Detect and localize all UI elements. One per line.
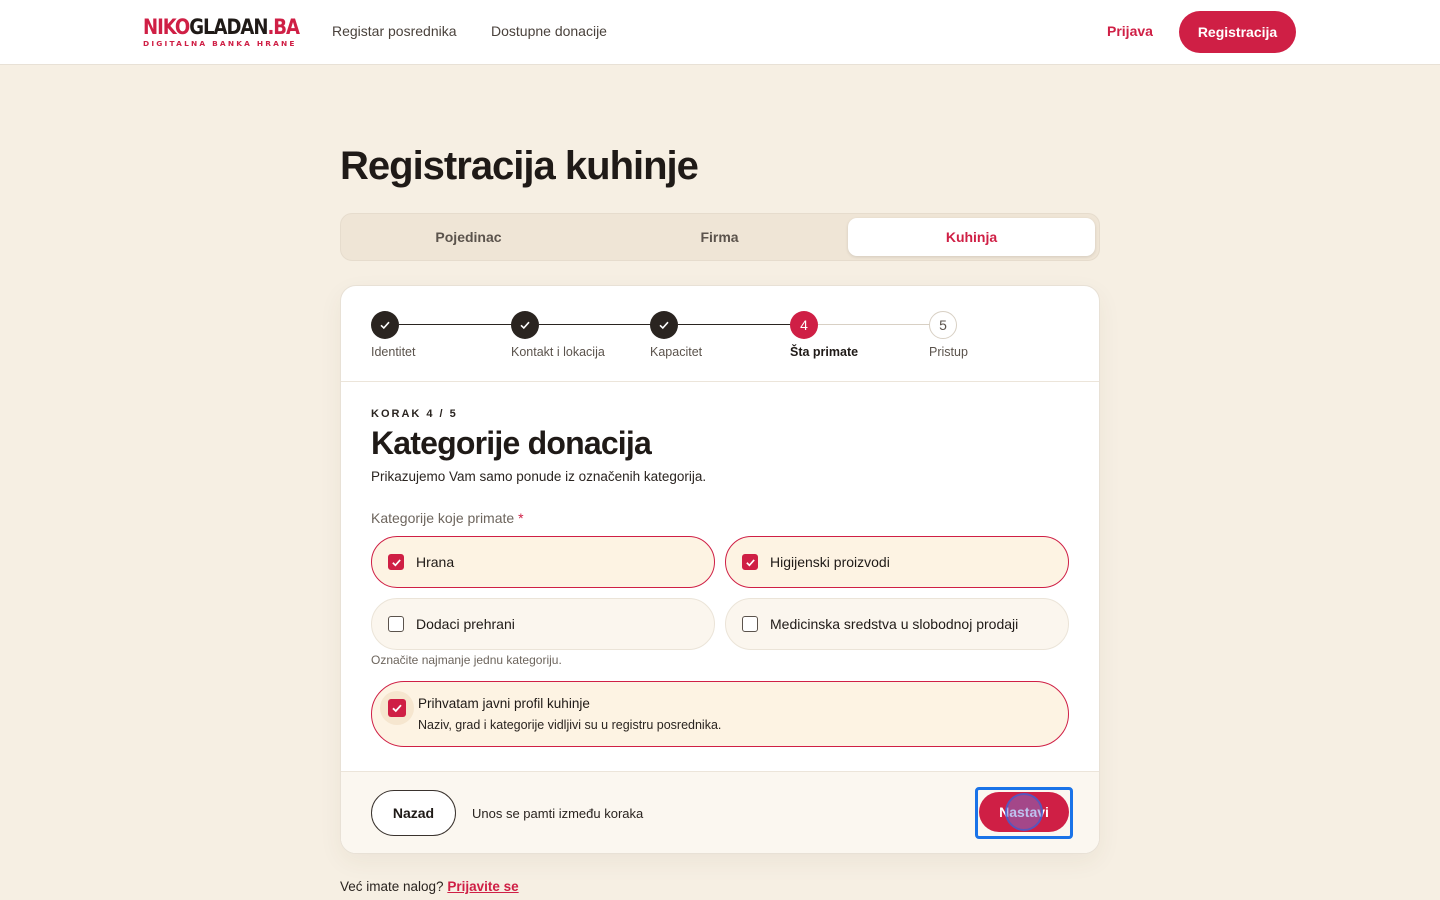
site-logo[interactable]: NIKOGLADAN.BA DIGITALNA BANKA HRANE xyxy=(143,15,300,48)
consent-title: Prihvatam javni profil kuhinje xyxy=(418,696,590,711)
pointer-cursor-indicator xyxy=(1005,793,1043,831)
categories-field-label: Kategorije koje primate * xyxy=(371,510,524,526)
nav-link-dostupne-donacije[interactable]: Dostupne donacije xyxy=(491,23,607,39)
top-header: NIKOGLADAN.BA DIGITALNA BANKA HRANE Regi… xyxy=(0,0,1440,65)
tab-firma[interactable]: Firma xyxy=(596,218,843,256)
login-link[interactable]: Prijava xyxy=(1107,23,1153,39)
checkbox-checked-icon[interactable] xyxy=(388,554,404,570)
step-label-kapacitet: Kapacitet xyxy=(650,345,703,359)
step-label-sta-primate: Šta primate xyxy=(790,345,859,359)
logo-tagline: DIGITALNA BANKA HRANE xyxy=(143,39,297,48)
step-kicker: KORAK 4 / 5 xyxy=(371,408,458,420)
option-label: Medicinska sredstva u slobodnoj prodaji xyxy=(770,616,1019,632)
autosave-note: Unos se pamti između koraka xyxy=(472,806,644,821)
category-option-dodaci-prehrani[interactable]: Dodaci prehrani xyxy=(371,598,715,650)
step-2-done-icon xyxy=(511,311,539,339)
checkbox-unchecked-icon[interactable] xyxy=(388,616,404,632)
step-4-active: 4 xyxy=(790,311,818,339)
section-description: Prikazujemo Vam samo ponude iz označenih… xyxy=(371,469,707,484)
category-option-medicinska-sredstva[interactable]: Medicinska sredstva u slobodnoj prodaji xyxy=(725,598,1069,650)
option-label: Hrana xyxy=(416,554,455,570)
login-prompt: Već imate nalog? Prijavite se xyxy=(340,879,519,894)
step-connector xyxy=(678,324,792,325)
registration-card: Identitet Kontakt i lokacija Kapacitet 4… xyxy=(340,285,1100,854)
registration-type-tabs: Pojedinac Firma Kuhinja xyxy=(340,213,1100,261)
step-connector xyxy=(399,324,513,325)
step-label-kontakt: Kontakt i lokacija xyxy=(511,345,605,359)
step-label-pristup: Pristup xyxy=(929,345,968,359)
public-profile-consent[interactable]: Prihvatam javni profil kuhinje Naziv, gr… xyxy=(371,681,1069,747)
option-label: Higijenski proizvodi xyxy=(770,554,890,570)
step-5-todo: 5 xyxy=(929,311,957,339)
consent-description: Naziv, grad i kategorije vidljivi su u r… xyxy=(418,718,722,732)
page-title: Registracija kuhinje xyxy=(340,144,699,188)
checkbox-checked-icon[interactable] xyxy=(742,554,758,570)
progress-stepper: Identitet Kontakt i lokacija Kapacitet 4… xyxy=(341,286,1099,382)
tab-kuhinja[interactable]: Kuhinja xyxy=(848,218,1095,256)
category-option-higijenski-proizvodi[interactable]: Higijenski proizvodi xyxy=(725,536,1069,588)
nav-link-registar-posrednika[interactable]: Registar posrednika xyxy=(332,23,457,39)
consent-checkbox-wrap[interactable] xyxy=(380,691,414,725)
required-marker: * xyxy=(518,510,524,526)
step-connector xyxy=(818,324,932,325)
categories-hint: Označite najmanje jednu kategoriju. xyxy=(371,653,562,667)
section-title: Kategorije donacija xyxy=(371,425,652,461)
register-button[interactable]: Registracija xyxy=(1179,11,1296,53)
step-1-done-icon xyxy=(371,311,399,339)
card-footer: Nazad Unos se pamti između koraka Nastav… xyxy=(341,771,1099,853)
step-connector xyxy=(539,324,653,325)
login-here-link[interactable]: Prijavite se xyxy=(447,879,518,894)
option-label: Dodaci prehrani xyxy=(416,616,515,632)
tab-pojedinac[interactable]: Pojedinac xyxy=(345,218,592,256)
checkbox-unchecked-icon[interactable] xyxy=(742,616,758,632)
step-3-done-icon xyxy=(650,311,678,339)
category-option-hrana[interactable]: Hrana xyxy=(371,536,715,588)
logo-wordmark: NIKOGLADAN.BA xyxy=(143,15,300,39)
back-button[interactable]: Nazad xyxy=(371,790,456,836)
checkbox-checked-icon[interactable] xyxy=(388,699,406,717)
step-label-identitet: Identitet xyxy=(371,345,416,359)
